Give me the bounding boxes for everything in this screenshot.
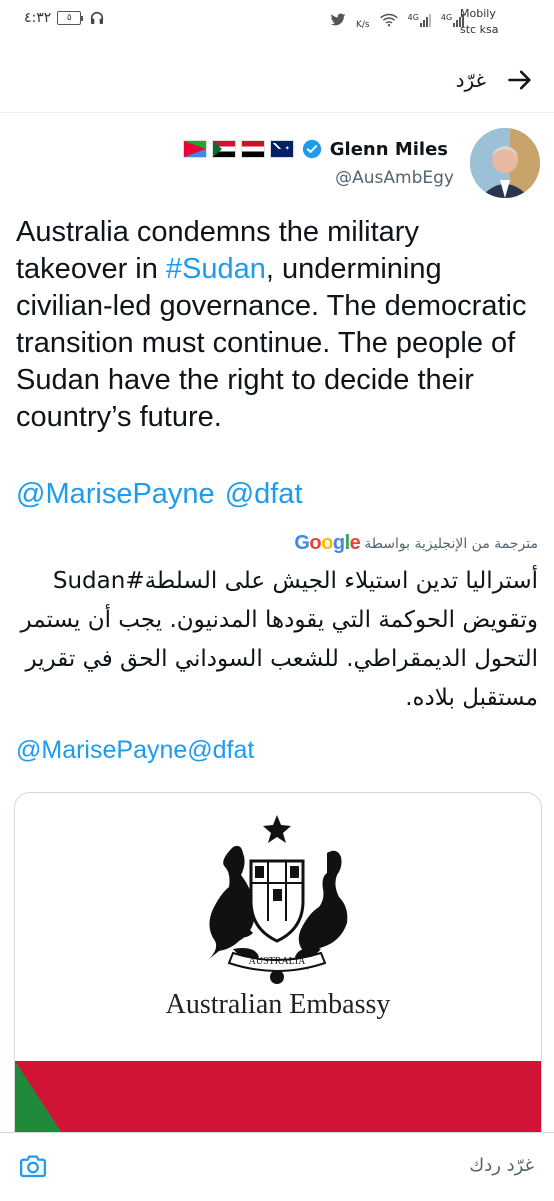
google-logo: Google bbox=[294, 532, 361, 554]
signal-strength-1: 4G bbox=[408, 13, 431, 27]
wifi-icon bbox=[379, 13, 398, 27]
translated-tweet-text: أستراليا تدين استيلاء الجيش على السلطة#S… bbox=[20, 568, 538, 711]
camera-icon[interactable] bbox=[18, 1151, 48, 1181]
mention-link-marisepayne[interactable]: @MarisePayne bbox=[16, 478, 215, 510]
avatar[interactable] bbox=[470, 128, 540, 198]
tweet-header: غرّد bbox=[0, 52, 554, 113]
clock: ٤:٣٢ bbox=[24, 10, 52, 26]
page-title: غرّد bbox=[455, 68, 486, 92]
author-handle[interactable]: @AusAmbEgy bbox=[335, 168, 454, 188]
australian-coat-of-arms-icon: AUSTRALIA bbox=[209, 815, 348, 984]
status-left: ٤:٣٢ ٥ bbox=[24, 10, 105, 26]
translation-attribution: مترجمة من الإنجليزية بواسطة Google bbox=[294, 532, 538, 555]
tweet-text: Australia condemns the military takeover… bbox=[16, 216, 527, 433]
avatar-photo bbox=[470, 128, 540, 198]
mention-link-dfat[interactable]: @dfat bbox=[225, 478, 303, 510]
embassy-caption: Australian Embassy bbox=[165, 989, 391, 1020]
tweet-image-card[interactable]: AUSTRALIA Australian Embassy bbox=[14, 792, 542, 1154]
headphones-icon bbox=[91, 11, 104, 24]
eritrea-flag-icon bbox=[182, 140, 207, 158]
twitter-notification-icon bbox=[330, 13, 346, 26]
reply-bar: غرّد ردك bbox=[0, 1132, 554, 1201]
egypt-flag-icon bbox=[240, 140, 265, 158]
sudan-flag-icon bbox=[211, 140, 236, 158]
status-bar: ٤:٣٢ ٥ K/s 4G 4G Mobily stc ksa bbox=[0, 0, 554, 46]
network-speed: K/s bbox=[356, 20, 370, 30]
verified-badge-icon bbox=[302, 139, 321, 159]
australia-flag-icon: ✦ bbox=[269, 140, 294, 158]
reply-input[interactable]: غرّد ردك bbox=[469, 1155, 534, 1176]
author-name[interactable]: Glenn Miles bbox=[330, 139, 448, 160]
tweet-mentions: @MarisePayne @dfat bbox=[16, 478, 313, 511]
translated-by-label: مترجمة من الإنجليزية بواسطة bbox=[364, 535, 538, 552]
hashtag-link[interactable]: #Sudan bbox=[166, 253, 266, 285]
crest-scroll-text: AUSTRALIA bbox=[249, 956, 306, 967]
battery-icon: ٥ bbox=[57, 11, 84, 25]
status-signals: K/s 4G 4G bbox=[330, 10, 465, 30]
back-arrow-icon[interactable] bbox=[506, 66, 534, 94]
carrier-names: Mobily stc ksa bbox=[460, 7, 499, 36]
translated-mentions[interactable]: @MarisePayne@dfat bbox=[16, 736, 254, 765]
author-line: ✦ Glenn Miles bbox=[178, 136, 454, 162]
